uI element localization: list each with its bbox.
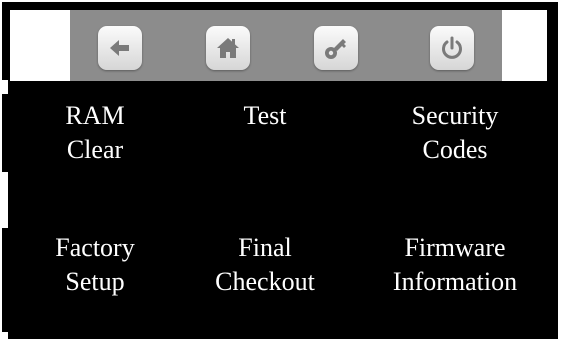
home-icon xyxy=(217,38,239,58)
menu-item-ram-clear[interactable]: RAM Clear xyxy=(20,99,170,167)
frame-edge-notch xyxy=(0,172,8,228)
key-icon xyxy=(325,39,346,59)
menu-item-label: Test xyxy=(243,101,287,130)
menu-item-label: Setup xyxy=(65,267,125,296)
back-button[interactable] xyxy=(98,26,142,70)
menu-item-final-checkout[interactable]: Final Checkout xyxy=(190,231,340,299)
menu-item-label: Information xyxy=(392,267,518,296)
back-arrow-icon xyxy=(110,40,129,56)
menu-item-label: Clear xyxy=(66,135,124,164)
home-button[interactable] xyxy=(206,26,250,70)
power-button[interactable] xyxy=(430,26,474,70)
toolbar-margin-right xyxy=(502,10,547,81)
toolbar xyxy=(70,10,502,81)
power-icon xyxy=(442,36,462,59)
menu-item-firmware-information[interactable]: Firmware Information xyxy=(380,231,530,299)
security-key-button[interactable] xyxy=(314,26,358,70)
menu-item-test[interactable]: Test xyxy=(190,99,340,133)
toolbar-margin-left xyxy=(10,10,70,81)
menu-item-label: RAM xyxy=(65,101,125,130)
menu-item-label: Checkout xyxy=(215,267,315,296)
menu-item-security-codes[interactable]: Security Codes xyxy=(380,99,530,167)
menu-item-label: Codes xyxy=(422,135,488,164)
menu-item-label: Final xyxy=(238,233,292,262)
menu-item-label: Factory xyxy=(55,233,135,262)
menu-item-factory-setup[interactable]: Factory Setup xyxy=(20,231,170,299)
frame-edge-notch xyxy=(0,332,8,341)
frame-edge-notch xyxy=(0,80,8,94)
menu-item-label: Security xyxy=(411,101,499,130)
menu-item-label: Firmware xyxy=(404,233,506,262)
